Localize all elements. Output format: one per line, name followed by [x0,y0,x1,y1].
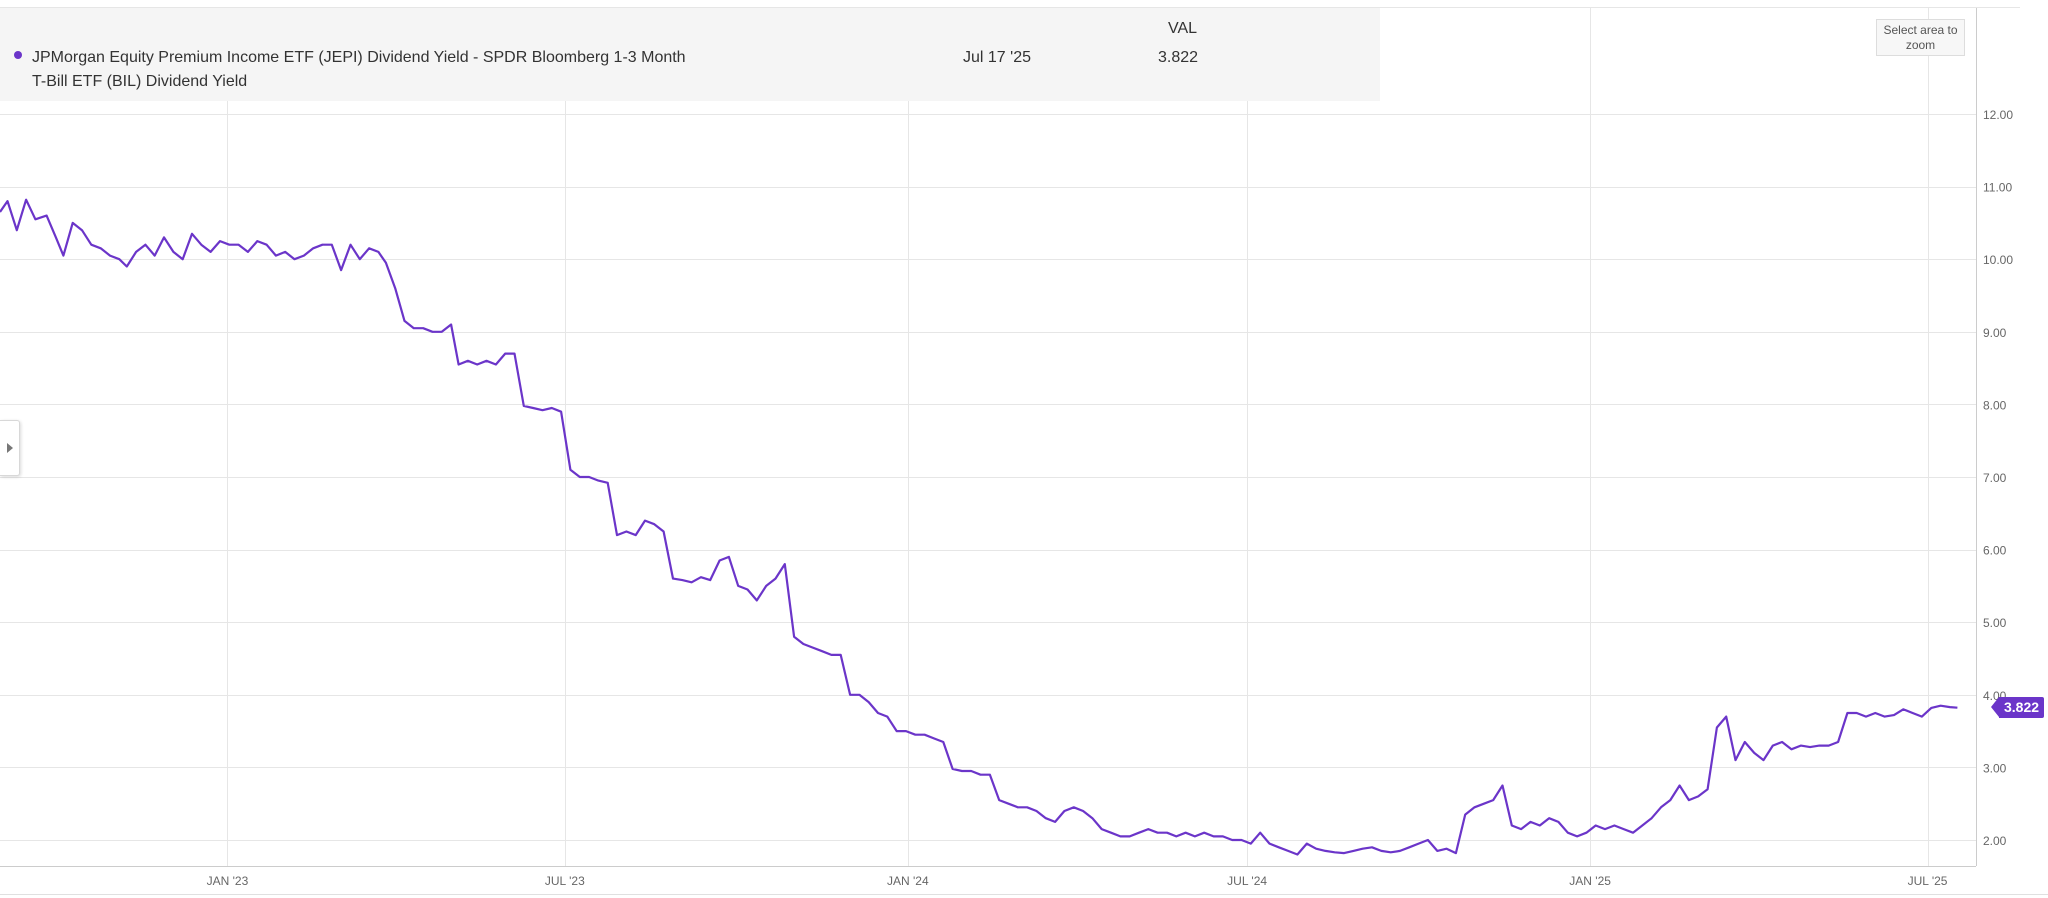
x-tick-label-0: JAN '23 [207,874,249,888]
x-tick-label-5: JUL '25 [1908,874,1948,888]
y-axis-tick-labels: 2.003.004.005.006.007.008.009.0010.0011.… [1983,108,2013,848]
legend-dot-icon [14,51,22,59]
y-tick-label-0: 2.00 [1983,834,2007,848]
y-tick-label-5: 7.00 [1983,471,2007,485]
y-tick-label-4: 6.00 [1983,544,2007,558]
last-value-badge: 3.822 [1991,697,2045,719]
last-value-label: 3.822 [1999,697,2045,719]
triangle-right-icon [6,443,13,453]
zoom-button-label: Select area to zoom [1883,22,1958,52]
y-tick-label-10: 12.00 [1983,108,2013,122]
select-area-to-zoom-button[interactable]: Select area to zoom [1876,19,1965,56]
legend-value: 3.822 [1158,49,1199,66]
y-tick-label-6: 8.00 [1983,398,2007,412]
badge-pointer [1991,697,1999,718]
y-tick-label-7: 9.00 [1983,326,2007,340]
x-tick-label-3: JUL '24 [1227,874,1267,888]
y-tick-label-1: 3.00 [1983,761,2007,775]
line-chart[interactable]: 2.003.004.005.006.007.008.009.0010.0011.… [0,0,2048,898]
horizontal-grid [0,7,2020,841]
x-tick-label-2: JAN '24 [887,874,929,888]
legend-series-name[interactable]: JPMorgan Equity Premium Income ETF (JEPI… [32,46,692,94]
side-panel-toggle-button[interactable] [0,420,20,476]
x-tick-label-4: JAN '25 [1569,874,1611,888]
y-tick-label-9: 11.00 [1983,181,2012,195]
y-tick-label-8: 10.00 [1983,253,2013,267]
y-tick-label-3: 5.00 [1983,616,2007,630]
x-tick-label-1: JUL '23 [545,874,585,888]
series-line-jepi-minus-bil-yield [0,198,1958,856]
x-axis-tick-labels: JAN '23 JUL '23 JAN '24 JUL '24 JAN '25 JUL '… [207,874,1948,888]
vertical-grid [227,8,1929,866]
legend-date: Jul 17 '25 [963,49,1031,66]
legend-column-header: VAL [1168,20,1198,37]
